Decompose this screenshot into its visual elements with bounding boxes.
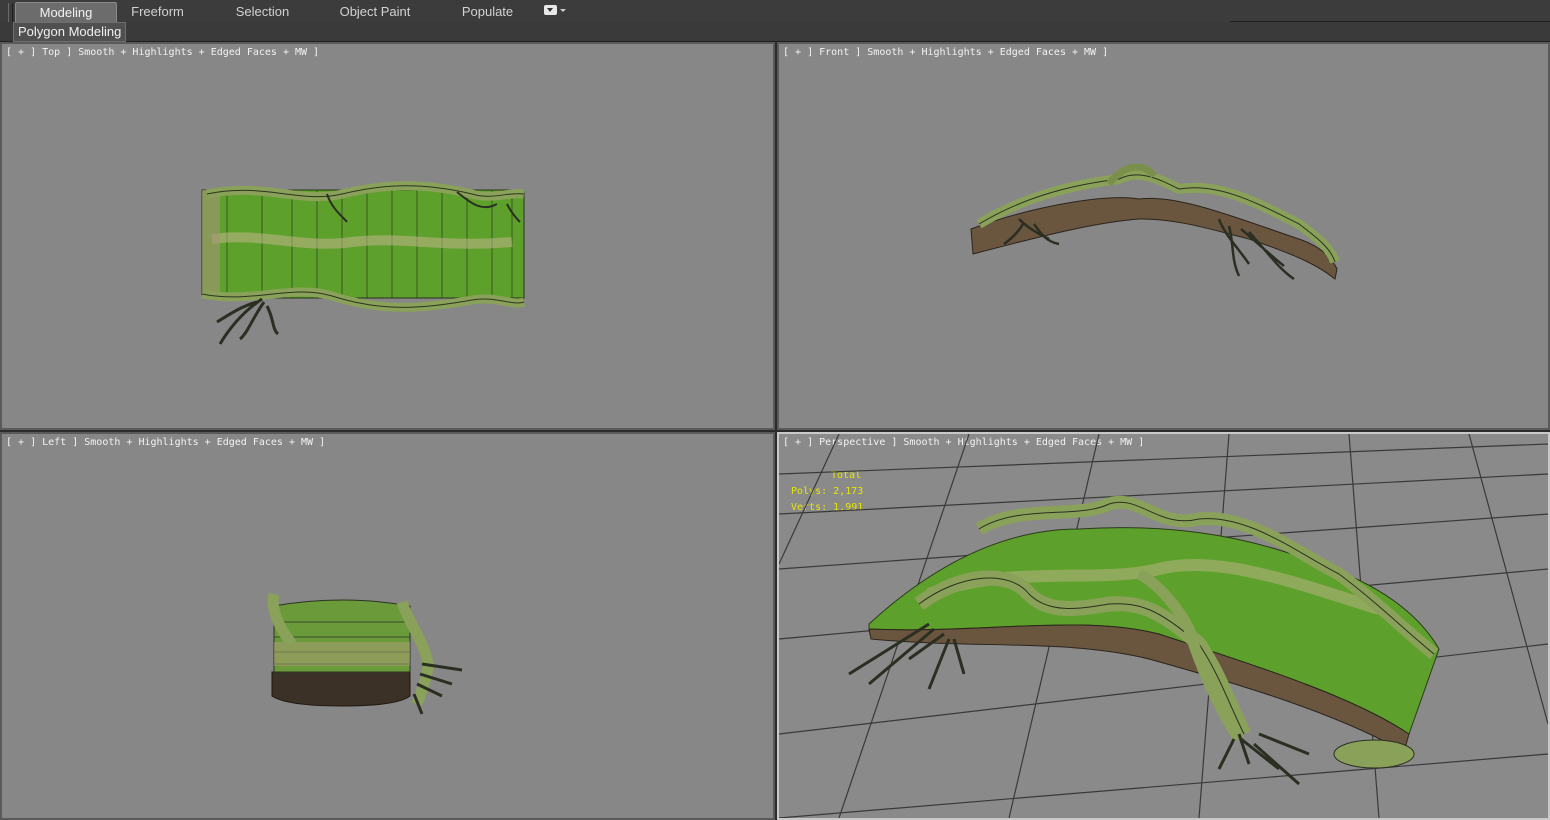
polygon-modeling-panel-tab[interactable]: Polygon Modeling [13,22,127,42]
tab-populate[interactable]: Populate [445,2,530,21]
perspective-view-model [779,434,1548,818]
tab-object-paint[interactable]: Object Paint [325,2,425,21]
viewport-left[interactable]: [ + ] Left ] Smooth + Highlights + Edged… [0,432,775,820]
ribbon-panel-bar: Polygon Modeling [0,22,1550,42]
viewport-perspective[interactable]: [ + ] Perspective ] Smooth + Highlights … [777,432,1550,820]
ribbon-options-icon[interactable] [544,5,566,17]
tab-selection[interactable]: Selection [215,2,310,21]
viewport-front[interactable]: [ + ] Front ] Smooth + Highlights + Edge… [777,42,1550,430]
tab-modeling[interactable]: Modeling [15,2,117,22]
front-view-model [970,163,1340,281]
left-view-model [267,592,463,715]
ribbon-bar: Modeling Freeform Selection Object Paint… [0,0,1550,39]
tab-freeform[interactable]: Freeform [115,2,200,21]
viewport-top[interactable]: [ + ] Top ] Smooth + Highlights + Edged … [0,42,775,430]
top-view-model [201,181,526,345]
